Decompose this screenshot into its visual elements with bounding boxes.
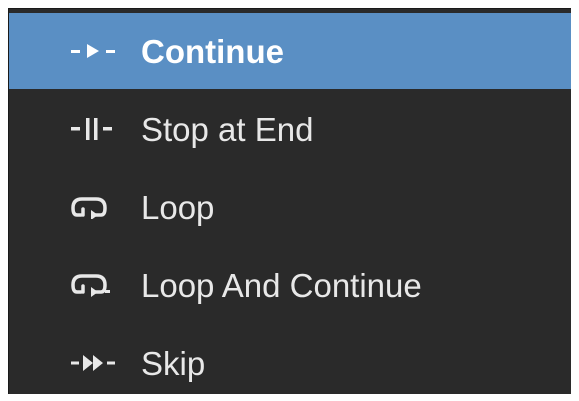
menu-item-label: Skip [141,344,206,382]
loop-icon [71,187,131,227]
menu-item-skip[interactable]: Skip [9,325,571,401]
menu-item-label: Continue [141,32,284,70]
menu-item-label: Loop [141,188,215,226]
loop-and-continue-icon [71,265,131,305]
stop-at-end-icon [71,109,131,149]
menu-item-continue[interactable]: Continue [9,13,571,89]
menu-item-loop[interactable]: Loop [9,169,571,245]
context-menu: Continue Stop at End Loop Loop And Conti… [8,8,571,394]
menu-item-label: Loop And Continue [141,266,422,304]
continue-icon [71,31,131,71]
menu-item-label: Stop at End [141,110,314,148]
menu-item-loop-and-continue[interactable]: Loop And Continue [9,247,571,323]
skip-icon [71,343,131,383]
menu-item-stop-at-end[interactable]: Stop at End [9,91,571,167]
